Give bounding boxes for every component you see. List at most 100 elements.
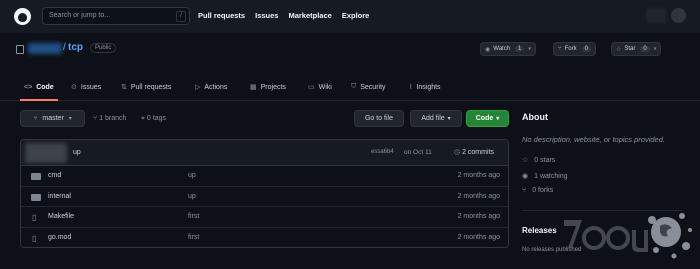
stars-link[interactable]: ☆ 0 stars — [522, 156, 555, 164]
chevron-down-icon: ▾ — [68, 116, 72, 122]
repo-header: / tcp Public ◉ Watch 1 ▾ ⑂ Fork 0 ☆ Star… — [0, 33, 700, 101]
eye-icon: ◉ — [522, 173, 529, 180]
graph-icon: ⌇ — [409, 84, 413, 91]
go-to-file-label: Go to file — [364, 115, 393, 122]
commits-count: 2 commits — [462, 149, 494, 156]
latest-commit-row: up essa6b4 on Oct 11 ◷ 2 commits — [21, 140, 508, 166]
tab-issues[interactable]: ⊙ Issues — [71, 73, 101, 101]
tab-label: Wiki — [318, 83, 332, 91]
star-label: Star — [624, 46, 636, 52]
tab-pull-requests[interactable]: ⇅ Pull requests — [121, 73, 171, 101]
fork-count: 0 — [581, 46, 591, 52]
user-avatar[interactable] — [671, 8, 686, 23]
chevron-down-icon[interactable]: ▾ — [654, 46, 657, 52]
tab-security[interactable]: ⛉ Security — [351, 73, 386, 101]
github-logo-icon[interactable] — [14, 8, 31, 25]
star-count: 0 — [640, 46, 650, 52]
star-button[interactable]: ☆ Star 0 ▾ — [611, 42, 662, 56]
file-name[interactable]: go.mod — [48, 234, 71, 241]
nav-marketplace[interactable]: Marketplace — [288, 11, 331, 20]
star-icon: ☆ — [522, 157, 529, 164]
forks-link[interactable]: ⑂ 0 forks — [522, 187, 553, 194]
chevron-down-icon: ▾ — [496, 116, 500, 122]
fork-label: Fork — [564, 46, 577, 52]
go-to-file-button[interactable]: Go to file — [354, 110, 404, 127]
file-age: 2 months ago — [457, 213, 500, 220]
code-button[interactable]: Code ▾ — [466, 110, 509, 127]
tab-label: Code — [36, 83, 54, 91]
tab-projects[interactable]: ▦ Projects — [250, 73, 286, 101]
tab-label: Security — [360, 83, 386, 91]
repo-icon — [16, 45, 24, 54]
file-name[interactable]: cmd — [48, 172, 61, 179]
notifications-icon[interactable] — [646, 8, 666, 23]
tab-label: Actions — [204, 83, 228, 91]
commit-author-avatar[interactable] — [25, 143, 67, 163]
file-commit-message[interactable]: up — [188, 193, 196, 200]
file-commit-message[interactable]: up — [188, 172, 196, 179]
commit-message[interactable]: up — [73, 149, 81, 156]
about-heading: About — [522, 112, 548, 122]
file-commit-message[interactable]: first — [188, 213, 199, 220]
file-row[interactable]: internal up 2 months ago — [21, 187, 508, 207]
branch-select-button[interactable]: ⑂ master ▾ — [20, 110, 85, 127]
repo-name-link[interactable]: tcp — [68, 42, 83, 53]
tab-actions[interactable]: ▷ Actions — [195, 73, 227, 101]
chevron-down-icon: ▾ — [447, 116, 451, 122]
search-placeholder: Search or jump to... — [49, 12, 111, 19]
branches-link[interactable]: ⑂ 1 branch — [93, 115, 126, 122]
visibility-badge: Public — [90, 43, 117, 53]
watch-label: Watch — [493, 46, 511, 52]
watching-count: 1 watching — [534, 173, 568, 180]
file-name[interactable]: Makefile — [48, 213, 74, 220]
file-age: 2 months ago — [457, 192, 500, 200]
tags-count: 0 tags — [146, 115, 166, 122]
branch-name: master — [42, 115, 64, 122]
code-label: Code — [475, 115, 494, 122]
nav-pull-requests[interactable]: Pull requests — [198, 11, 245, 20]
tab-insights[interactable]: ⌇ Insights — [409, 73, 441, 101]
file-age: 2 months ago — [457, 233, 500, 241]
tab-label: Issues — [80, 83, 102, 91]
commit-sha[interactable]: essa6b4 — [371, 149, 394, 155]
tab-wiki[interactable]: ▭ Wiki — [308, 73, 332, 101]
play-icon: ▷ — [195, 84, 201, 91]
file-row[interactable]: ▯ go.mod first 2 months ago — [21, 228, 508, 248]
nav-explore[interactable]: Explore — [342, 11, 370, 20]
tab-code[interactable]: <> Code — [20, 73, 58, 101]
shield-icon: ⛉ — [351, 83, 357, 90]
search-shortcut-key: / — [176, 11, 186, 22]
add-file-label: Add file — [421, 115, 445, 122]
branches-count: 1 branch — [99, 115, 127, 122]
watchers-link[interactable]: ◉ 1 watching — [522, 172, 568, 180]
chevron-down-icon[interactable]: ▾ — [528, 46, 531, 52]
watch-count: 1 — [515, 46, 525, 52]
table-icon: ▦ — [250, 84, 257, 91]
file-commit-message[interactable]: first — [188, 234, 199, 241]
search-input[interactable]: Search or jump to... / — [42, 7, 190, 25]
fork-button[interactable]: ⑂ Fork 0 — [553, 42, 596, 56]
file-row[interactable]: cmd up 2 months ago — [21, 166, 508, 187]
commit-date: on Oct 11 — [404, 149, 432, 156]
watch-button[interactable]: ◉ Watch 1 ▾ — [480, 42, 536, 56]
repo-tabs: <> Code ⊙ Issues ⇅ Pull requests ▷ Actio… — [0, 73, 700, 101]
add-file-button[interactable]: Add file ▾ — [410, 110, 462, 127]
global-nav: Pull requests Issues Marketplace Explore — [198, 11, 379, 20]
tab-label: Pull requests — [130, 83, 172, 91]
stars-count: 0 stars — [534, 157, 556, 164]
pull-request-icon: ⇅ — [121, 84, 127, 91]
watermark-logo — [564, 213, 692, 259]
file-name[interactable]: internal — [48, 193, 71, 200]
history-icon: ◷ — [454, 149, 463, 156]
tags-link[interactable]: ⌖ 0 tags — [141, 115, 166, 123]
fork-icon: ⑂ — [522, 187, 527, 194]
file-icon: ▯ — [32, 233, 37, 243]
repo-owner-link[interactable] — [28, 43, 62, 54]
file-row[interactable]: ▯ Makefile first 2 months ago — [21, 207, 508, 228]
nav-issues[interactable]: Issues — [255, 11, 278, 20]
folder-icon — [31, 173, 41, 180]
releases-heading[interactable]: Releases — [522, 226, 557, 235]
code-icon: <> — [24, 83, 33, 91]
tab-label: Insights — [416, 83, 441, 91]
commits-link[interactable]: ◷ 2 commits — [454, 148, 494, 156]
